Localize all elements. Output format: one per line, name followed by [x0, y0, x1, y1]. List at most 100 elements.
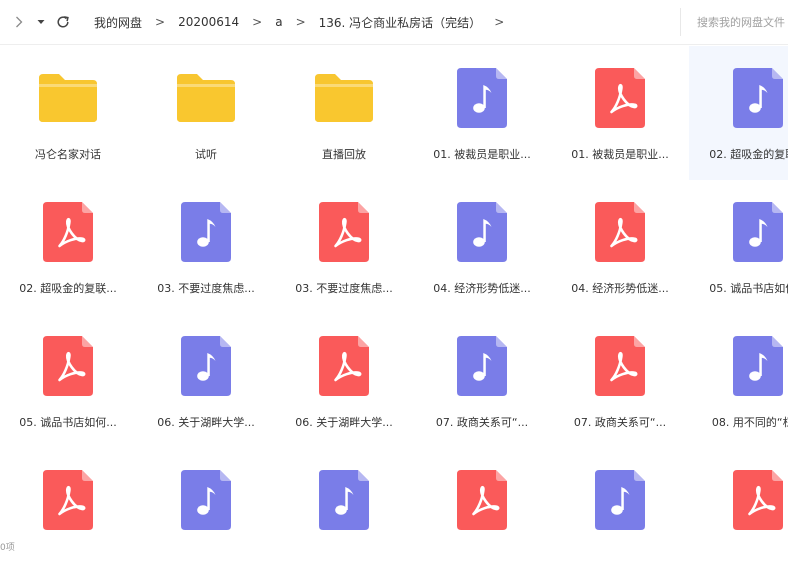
pdf-file-icon [319, 202, 369, 262]
file-item[interactable] [689, 448, 788, 582]
file-icon-wrap [551, 200, 689, 264]
file-item[interactable]: 直播回放 [275, 46, 413, 180]
file-item[interactable] [413, 448, 551, 582]
pdf-file-icon [319, 336, 369, 396]
file-item[interactable]: 02. 超吸金的复联... [0, 180, 137, 314]
breadcrumb: 我的网盘 >20200614 > a >136. 冯仑商业私房话（完结） > [94, 0, 517, 44]
breadcrumb-item[interactable]: 136. 冯仑商业私房话（完结） [319, 14, 482, 31]
file-name: 冯仑名家对话 [35, 148, 101, 161]
status-text: 0项 [0, 543, 15, 553]
file-name: 试听 [195, 148, 217, 161]
folder-icon [39, 74, 97, 122]
file-icon-wrap [275, 200, 413, 264]
file-icon-wrap [551, 468, 689, 532]
audio-file-icon [457, 336, 507, 396]
audio-file-icon [733, 336, 783, 396]
file-item[interactable]: 07. 政商关系可“... [413, 314, 551, 448]
audio-file-icon [595, 470, 645, 530]
refresh-icon [57, 16, 69, 28]
file-icon-wrap [0, 66, 137, 130]
audio-file-icon [733, 68, 783, 128]
pdf-file-icon [595, 202, 645, 262]
chevron-right-icon [16, 16, 23, 28]
file-icon-wrap [137, 468, 275, 532]
pdf-file-icon [733, 470, 783, 530]
forward-button[interactable] [10, 0, 28, 44]
file-item[interactable] [137, 448, 275, 582]
file-item[interactable]: 06. 关于湖畔大学... [275, 314, 413, 448]
file-icon-wrap [551, 334, 689, 398]
audio-file-icon [457, 68, 507, 128]
folder-icon [315, 74, 373, 122]
breadcrumb-item[interactable]: 20200614 [178, 15, 239, 29]
file-icon-wrap [689, 200, 788, 264]
file-name: 07. 政商关系可“... [573, 416, 667, 429]
file-name: 03. 不要过度焦虑... [295, 282, 393, 295]
file-item[interactable] [0, 448, 137, 582]
file-icon-wrap [137, 200, 275, 264]
file-item[interactable]: 04. 经济形势低迷... [413, 180, 551, 314]
pdf-file-icon [43, 202, 93, 262]
file-icon-wrap [275, 66, 413, 130]
file-icon-wrap [0, 334, 137, 398]
file-name: 05. 诚品书店如何... [19, 416, 117, 429]
file-item[interactable]: 01. 被裁员是职业... [551, 46, 689, 180]
audio-file-icon [181, 336, 231, 396]
file-item[interactable] [551, 448, 689, 582]
file-icon-wrap [689, 66, 788, 130]
breadcrumb-item[interactable]: 我的网盘 [94, 14, 142, 31]
file-icon-wrap [413, 468, 551, 532]
search-input[interactable] [697, 15, 788, 29]
file-icon-wrap [275, 334, 413, 398]
file-icon-wrap [413, 334, 551, 398]
audio-file-icon [457, 202, 507, 262]
audio-file-icon [181, 470, 231, 530]
audio-file-icon [733, 202, 783, 262]
caret-down-icon [37, 20, 45, 24]
file-icon-wrap [137, 66, 275, 130]
file-icon-wrap [137, 334, 275, 398]
file-item[interactable]: 08. 用不同的“杠... [689, 314, 788, 448]
file-name: 04. 经济形势低迷... [571, 282, 669, 295]
file-icon-wrap [689, 334, 788, 398]
file-item[interactable]: 04. 经济形势低迷... [551, 180, 689, 314]
toolbar: 我的网盘 >20200614 > a >136. 冯仑商业私房话（完结） > [0, 0, 788, 45]
file-icon-wrap [413, 200, 551, 264]
breadcrumb-separator: > [295, 15, 306, 29]
file-item[interactable]: 07. 政商关系可“... [551, 314, 689, 448]
file-name: 08. 用不同的“杠... [711, 416, 788, 429]
audio-file-icon [319, 470, 369, 530]
breadcrumb-separator: > [155, 15, 166, 29]
file-item[interactable]: 06. 关于湖畔大学... [137, 314, 275, 448]
file-name: 07. 政商关系可“... [435, 416, 529, 429]
file-item[interactable]: 05. 诚品书店如何... [0, 314, 137, 448]
file-item[interactable]: 02. 超吸金的复联... [689, 46, 788, 180]
file-grid: 冯仑名家对话 试听 直播回放 01. 被裁员是职业... 01. 被裁员是职业... 02… [0, 46, 788, 582]
breadcrumb-separator: > [252, 15, 263, 29]
file-icon-wrap [413, 66, 551, 130]
file-item[interactable]: 01. 被裁员是职业... [413, 46, 551, 180]
file-name: 02. 超吸金的复联... [19, 282, 117, 295]
file-name: 06. 关于湖畔大学... [157, 416, 255, 429]
breadcrumb-item[interactable]: a [275, 15, 282, 29]
audio-file-icon [181, 202, 231, 262]
file-item[interactable]: 05. 诚品书店如何... [689, 180, 788, 314]
history-dropdown-button[interactable] [33, 0, 49, 44]
pdf-file-icon [595, 68, 645, 128]
file-item[interactable]: 试听 [137, 46, 275, 180]
file-item[interactable] [275, 448, 413, 582]
breadcrumb-separator: > [494, 15, 505, 29]
file-icon-wrap [0, 200, 137, 264]
file-item[interactable]: 冯仑名家对话 [0, 46, 137, 180]
file-name: 01. 被裁员是职业... [433, 148, 531, 161]
file-name: 05. 诚品书店如何... [709, 282, 788, 295]
search-box[interactable] [680, 8, 788, 36]
pdf-file-icon [43, 336, 93, 396]
file-item[interactable]: 03. 不要过度焦虑... [137, 180, 275, 314]
file-name: 06. 关于湖畔大学... [295, 416, 393, 429]
file-name: 04. 经济形势低迷... [433, 282, 531, 295]
file-name: 03. 不要过度焦虑... [157, 282, 255, 295]
refresh-button[interactable] [52, 0, 74, 44]
file-item[interactable]: 03. 不要过度焦虑... [275, 180, 413, 314]
file-name: 01. 被裁员是职业... [571, 148, 669, 161]
